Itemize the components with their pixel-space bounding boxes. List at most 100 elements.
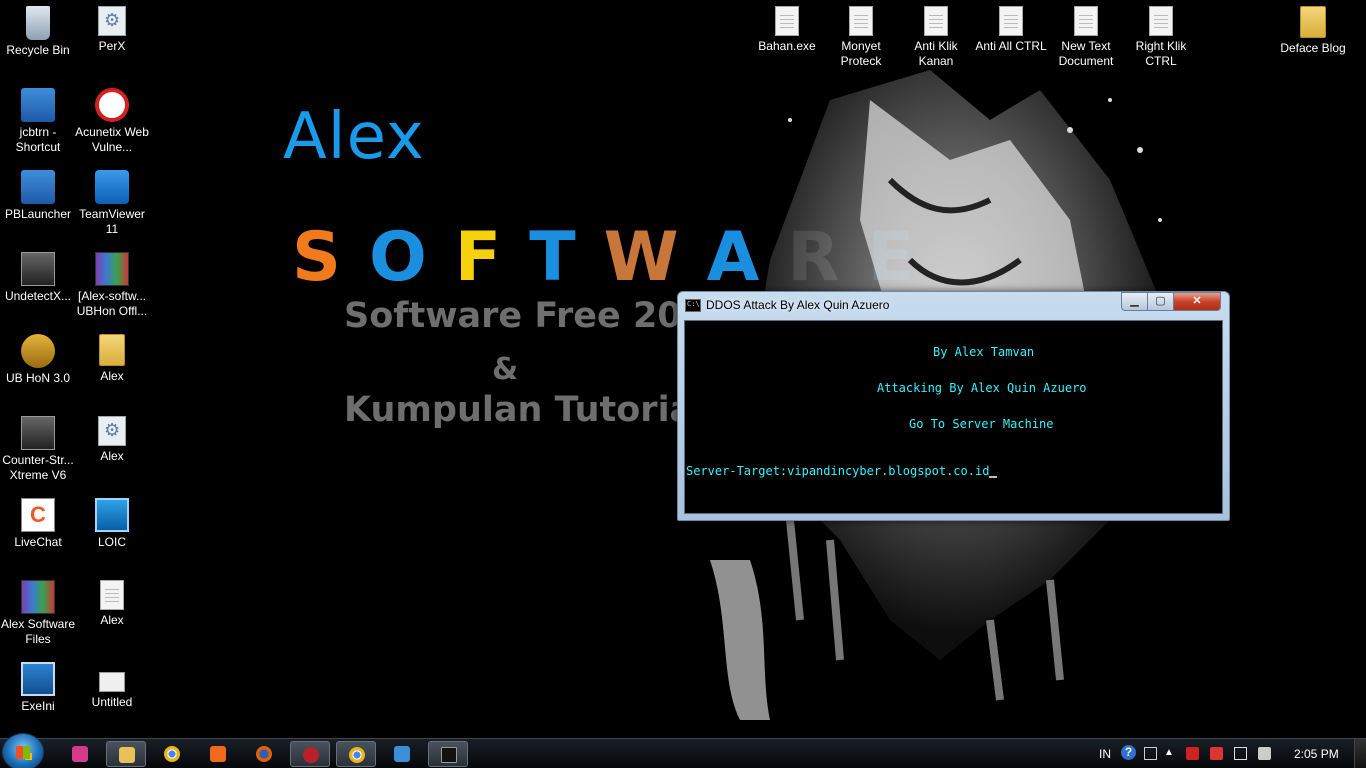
desktop-icon-monyet-proteck[interactable]: Monyet Proteck <box>823 6 899 69</box>
desktop-icon-label: Acunetix Web Vulne... <box>75 125 149 154</box>
wallpaper-alex-text: Alex <box>283 100 425 174</box>
desktop-icon-label: Alex Software Files <box>0 617 76 646</box>
chrome-icon <box>164 746 180 762</box>
settings-file-icon <box>98 6 126 36</box>
console-output[interactable]: By Alex Tamvan Attacking By Alex Quin Az… <box>684 320 1223 514</box>
command-prompt-window[interactable]: DDOS Attack By Alex Quin Azuero ▁ ▢ ✕ By… <box>677 291 1230 521</box>
desktop-icon-label: Anti All CTRL <box>975 39 1047 53</box>
hon-icon <box>21 334 55 368</box>
desktop-icon-anti-klik-kanan[interactable]: Anti Klik Kanan <box>898 6 974 69</box>
desktop-icon-deface-blog[interactable]: Deface Blog <box>1271 6 1355 56</box>
document-icon <box>100 580 124 610</box>
desktop-icon-label: New Text Document <box>1058 39 1114 68</box>
taskbar-chrome-button[interactable] <box>336 741 376 767</box>
desktop-icon-new-text-document[interactable]: New Text Document <box>1048 6 1124 69</box>
desktop-icon-acunetix[interactable]: Acunetix Web Vulne... <box>74 88 150 155</box>
counter-strike-icon <box>21 252 55 286</box>
taskbar-explorer-button[interactable] <box>106 741 146 767</box>
desktop-icon-label: [Alex-softw... UBHon Offl... <box>76 289 148 318</box>
language-indicator[interactable]: IN <box>1099 747 1111 761</box>
taskbar-app-button[interactable] <box>60 741 100 767</box>
action-center-icon[interactable] <box>1186 747 1199 760</box>
start-button[interactable] <box>2 733 44 768</box>
wallpaper-kumpulan-tutorial-text: Kumpulan Tutorial <box>344 390 706 430</box>
document-icon <box>924 6 948 36</box>
document-icon <box>1149 6 1173 36</box>
show-hidden-icons-icon[interactable]: ▲ <box>1164 747 1174 758</box>
taskbar-firefox-button[interactable] <box>244 741 284 767</box>
keyboard-settings-icon[interactable] <box>1144 747 1157 760</box>
desktop-icon-alex-document[interactable]: Alex <box>74 580 150 628</box>
desktop-icon-label: Alex <box>100 369 124 383</box>
desktop-icon-livechat[interactable]: LiveChat <box>0 498 76 550</box>
desktop-icon-label: LiveChat <box>14 535 62 549</box>
taskbar-app-button[interactable] <box>382 741 422 767</box>
network-icon[interactable] <box>1234 747 1247 760</box>
desktop-icon-jcbtrn-shortcut[interactable]: jcbtrn - Shortcut <box>0 88 76 155</box>
wallpaper-software-free-text: Software Free 2016 <box>344 296 731 336</box>
shortcut-icon <box>21 88 55 122</box>
desktop-icon-untitled[interactable]: Untitled <box>74 662 150 710</box>
tray-app-icon[interactable] <box>1210 747 1223 760</box>
window-titlebar[interactable]: DDOS Attack By Alex Quin Azuero ▁ ▢ ✕ <box>678 292 1229 318</box>
wallpaper-ampersand-text: & <box>492 352 519 387</box>
desktop-icon-anti-all-ctrl[interactable]: Anti All CTRL <box>973 6 1049 54</box>
desktop-icon-pblauncher[interactable]: PBLauncher <box>0 170 76 222</box>
maximize-button[interactable]: ▢ <box>1147 292 1174 311</box>
counter-strike-icon <box>21 416 55 450</box>
desktop-icon-exeini[interactable]: ExeIni <box>0 662 76 714</box>
desktop-icon-label: TeamViewer 11 <box>79 207 145 236</box>
desktop-icon-recycle-bin[interactable]: Recycle Bin <box>0 6 76 58</box>
minimize-button[interactable]: ▁ <box>1121 292 1148 311</box>
document-icon <box>999 6 1023 36</box>
desktop-icon-alex-settings[interactable]: Alex <box>74 416 150 464</box>
help-icon[interactable]: ? <box>1121 745 1136 760</box>
settings-file-icon <box>98 416 126 446</box>
winrar-icon <box>95 252 129 286</box>
text-cursor <box>989 476 998 478</box>
server-target-text: Server-Target:vipandincyber.blogspot.co.… <box>686 464 990 478</box>
exeini-icon <box>21 662 55 696</box>
command-prompt-icon[interactable] <box>685 299 701 312</box>
livechat-icon <box>21 498 55 532</box>
desktop-icon-ub-hon[interactable]: UB HoN 3.0 <box>0 334 76 386</box>
desktop-icon-right-klik-ctrl[interactable]: Right Klik CTRL <box>1123 6 1199 69</box>
show-desktop-button[interactable] <box>1354 739 1366 768</box>
volume-muted-icon[interactable] <box>1258 747 1271 760</box>
desktop-icon-label: Monyet Proteck <box>840 39 882 68</box>
folder-icon <box>1300 6 1326 38</box>
desktop-icon-loic[interactable]: LOIC <box>74 498 150 550</box>
taskbar-chrome-button[interactable] <box>152 741 192 767</box>
desktop-icon-label: Recycle Bin <box>6 43 70 57</box>
taskbar: IN ? ▲ 2:05 PM <box>0 733 1366 768</box>
acunetix-icon <box>95 88 129 122</box>
desktop-icon-label: Alex <box>100 613 124 627</box>
desktop-icon-bahan-exe[interactable]: Bahan.exe <box>749 6 825 54</box>
desktop-icon-label: LOIC <box>97 535 126 549</box>
taskbar-app-button[interactable] <box>198 741 238 767</box>
app-icon <box>72 746 88 762</box>
app-icon <box>210 746 226 762</box>
windows-logo-icon <box>18 753 32 760</box>
desktop-icon-alex-folder[interactable]: Alex <box>74 334 150 384</box>
taskbar-command-prompt-button[interactable] <box>428 741 468 767</box>
desktop-icon-label: PerX <box>98 39 126 53</box>
close-button[interactable]: ✕ <box>1173 292 1221 311</box>
console-line: Go To Server Machine <box>909 417 1054 431</box>
console-line: By Alex Tamvan <box>933 345 1035 359</box>
taskbar-bug-app-button[interactable] <box>290 741 330 767</box>
desktop-icon-label: jcbtrn - Shortcut <box>15 125 61 154</box>
desktop-icon-perx[interactable]: PerX <box>74 6 150 54</box>
desktop-icon-counter-strike-xtreme[interactable]: Counter-Str... Xtreme V6 <box>0 416 76 483</box>
system-clock[interactable]: 2:05 PM <box>1294 747 1339 761</box>
desktop-icon-alex-software-files[interactable]: Alex Software Files <box>0 580 76 647</box>
document-icon <box>1074 6 1098 36</box>
desktop-icon-label: UndetectX... <box>4 289 72 303</box>
desktop-icon-alex-software-ubhon[interactable]: [Alex-softw... UBHon Offl... <box>74 252 150 319</box>
desktop-icon-label: PBLauncher <box>4 207 72 221</box>
desktop-icon-teamviewer[interactable]: TeamViewer 11 <box>74 170 150 237</box>
command-prompt-icon <box>441 747 457 763</box>
pblauncher-icon <box>21 170 55 204</box>
desktop-icon-undetectx[interactable]: UndetectX... <box>0 252 76 304</box>
document-icon <box>775 6 799 36</box>
